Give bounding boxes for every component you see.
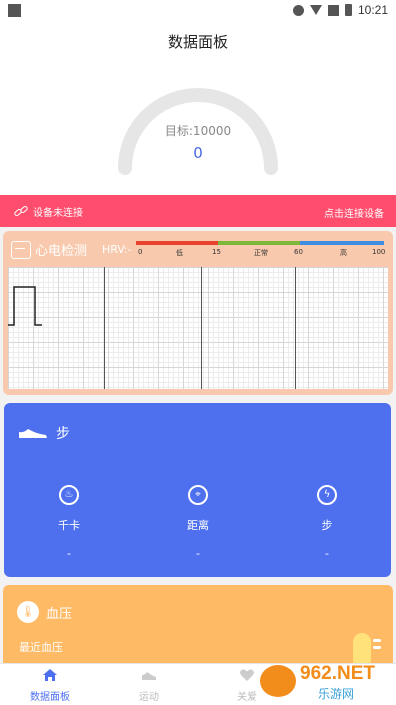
hrv-tick: 高 <box>340 249 347 257</box>
ecg-card[interactable]: 心电检测 HRV:- 0 低 15 正常 60 高 100 <box>3 231 393 395</box>
watermark-site: 乐游网 <box>318 687 354 701</box>
connection-status: 设备未连接 <box>13 204 83 219</box>
distance-value: - <box>196 547 200 560</box>
flame-icon: ♨ <box>59 485 79 505</box>
hrv-tick: 低 <box>176 249 183 257</box>
step-goal-gauge: 目标:10000 0 <box>0 62 396 195</box>
tab-dashboard-label: 数据面板 <box>30 692 70 703</box>
do-not-disturb-icon <box>292 4 304 16</box>
bp-title: 血压 <box>46 606 73 622</box>
status-icons: 10:21 <box>292 3 388 17</box>
home-icon <box>43 669 57 681</box>
hrv-label: HRV:- <box>102 243 132 256</box>
site-watermark: 962.NET 乐游网 <box>260 663 375 701</box>
bp-recent-label: 最近血压 <box>19 641 63 654</box>
gauge-target-label: 目标:10000 <box>164 124 232 138</box>
ecg-icon <box>11 240 31 259</box>
calories-label: 千卡 <box>58 519 80 532</box>
connection-status-label: 设备未连接 <box>33 208 83 219</box>
hrv-high-bar <box>300 241 384 245</box>
hrv-tick: 正常 <box>254 249 268 257</box>
ecg-waveform-grid <box>8 267 388 389</box>
hrv-normal-bar <box>218 241 300 245</box>
gauge-value: 0 <box>193 144 203 162</box>
step-count-value: - <box>325 547 329 560</box>
shoe-icon <box>19 429 47 438</box>
calories-stat: ♨ 千卡 - <box>24 485 114 560</box>
clock: 10:21 <box>357 3 388 17</box>
bolt-icon: ϟ <box>317 485 337 505</box>
calories-value: - <box>67 547 71 560</box>
hrv-tick: 0 <box>138 248 143 256</box>
device-connection-bar[interactable]: 设备未连接 点击连接设备 <box>0 195 396 227</box>
notification-icon <box>8 4 21 17</box>
ecg-title: 心电检测 <box>35 244 88 259</box>
distance-label: 距离 <box>187 519 209 532</box>
step-count-stat: ϟ 步 - <box>282 485 372 560</box>
page-title: 数据面板 <box>0 22 396 62</box>
location-pin-icon: ⌖ <box>188 485 208 505</box>
distance-stat: ⌖ 距离 - <box>153 485 243 560</box>
steps-header: 步 <box>18 423 70 443</box>
steps-card[interactable]: 步 ♨ 千卡 - ⌖ 距离 - ϟ 步 - <box>4 403 391 577</box>
step-count-label: 步 <box>321 519 333 532</box>
tab-sport[interactable]: 运动 <box>114 668 184 703</box>
signal-icon <box>327 4 339 16</box>
ecg-header: 心电检测 <box>11 240 87 259</box>
hrv-scale-bars <box>136 241 384 245</box>
hrv-scale: 0 低 15 正常 60 高 100 <box>136 241 386 260</box>
battery-icon <box>344 4 352 16</box>
watermark-brand: 962.NET <box>300 663 375 684</box>
hrv-scale-ticks: 0 低 15 正常 60 高 100 <box>136 248 386 260</box>
tab-sport-label: 运动 <box>139 692 159 703</box>
hrv-tick: 15 <box>212 248 221 256</box>
hrv-low-bar <box>136 241 218 245</box>
steps-title: 步 <box>56 426 70 442</box>
connect-device-button[interactable]: 点击连接设备 <box>324 205 384 220</box>
tab-dashboard[interactable]: 数据面板 <box>15 668 85 703</box>
heart-icon <box>240 669 254 681</box>
shoe-icon <box>142 672 156 680</box>
hrv-tick: 60 <box>294 248 303 256</box>
hrv-tick: 100 <box>372 248 386 256</box>
wifi-icon <box>309 5 322 15</box>
status-bar: 10:21 <box>0 0 396 22</box>
bp-header: 🌡 血压 <box>17 601 72 623</box>
ecg-waveform <box>8 286 42 326</box>
thermometer-icon: 🌡 <box>17 601 39 623</box>
link-icon <box>13 204 30 218</box>
